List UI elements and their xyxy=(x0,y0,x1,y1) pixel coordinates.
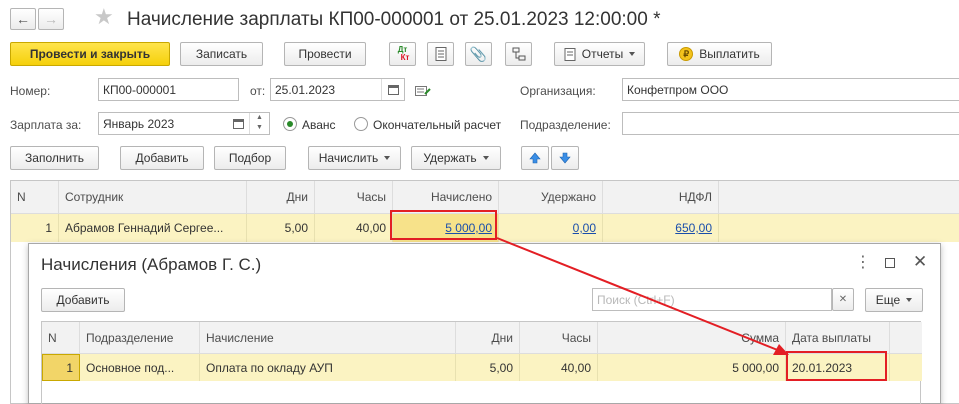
annotation-arrow xyxy=(496,237,789,355)
